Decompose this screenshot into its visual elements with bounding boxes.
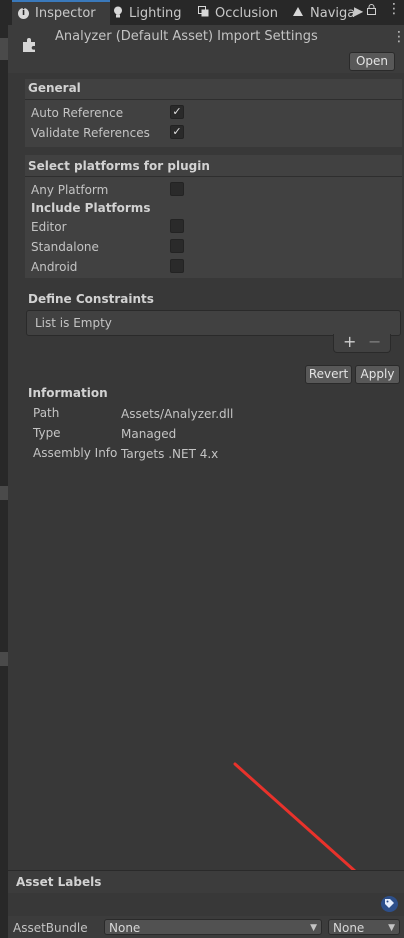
occlusion-icon	[198, 6, 209, 21]
information-table: Path Assets/Analyzer.dll Type Managed As…	[25, 402, 285, 462]
list-controls: + −	[333, 332, 391, 353]
empty-list-text: List is Empty	[35, 316, 112, 330]
add-constraint-button[interactable]: +	[343, 332, 356, 351]
asset-header: Analyzer (Default Asset) Import Settings…	[8, 25, 404, 73]
header-menu-icon[interactable]: ⋮	[392, 29, 404, 45]
revert-button[interactable]: Revert	[305, 365, 352, 384]
chevron-down-icon: ▼	[310, 923, 317, 933]
gutter-marker	[0, 652, 8, 666]
editor-label: Editor	[31, 220, 67, 234]
gutter-marker	[0, 38, 8, 60]
asset-bundle-label: AssetBundle	[13, 921, 88, 935]
page-title: Analyzer (Default Asset) Import Settings	[55, 29, 318, 44]
navigation-icon	[293, 6, 304, 21]
dropdown-value: None	[109, 921, 141, 935]
asset-bundle-bar: AssetBundle None ▼ None ▼	[8, 916, 404, 938]
divider	[25, 99, 402, 100]
info-key-assembly: Assembly Info	[33, 446, 118, 460]
auto-reference-label: Auto Reference	[31, 106, 124, 120]
android-checkbox[interactable]	[170, 259, 184, 273]
tab-navigation[interactable]: Naviga	[293, 2, 355, 25]
tab-lighting[interactable]: Lighting	[113, 2, 182, 25]
section-title-information: Information	[28, 386, 108, 400]
section-title-general: General	[28, 81, 81, 95]
left-gutter	[0, 0, 8, 938]
tab-inspector[interactable]: i Inspector	[12, 0, 110, 25]
section-title-constraints: Define Constraints	[28, 292, 154, 306]
any-platform-checkbox[interactable]	[170, 182, 184, 196]
android-label: Android	[31, 260, 78, 274]
standalone-label: Standalone	[31, 240, 99, 254]
tab-label: Lighting	[129, 6, 182, 21]
tab-label: Inspector	[35, 6, 96, 21]
lock-icon[interactable]	[367, 4, 376, 18]
dropdown-value: None	[333, 921, 365, 935]
asset-bundle-dropdown[interactable]: None ▼	[104, 919, 322, 935]
chevron-down-icon: ▼	[388, 923, 395, 933]
editor-checkbox[interactable]	[170, 219, 184, 233]
info-icon: i	[18, 8, 29, 19]
tab-scroll-right-icon[interactable]: ▶	[354, 4, 363, 18]
tab-label: Naviga	[310, 6, 356, 21]
info-value-path: Assets/Analyzer.dll	[121, 407, 234, 421]
validate-references-checkbox[interactable]: ✓	[170, 125, 184, 139]
gutter-marker	[0, 486, 8, 500]
asset-labels-bar: Asset Labels	[8, 870, 404, 893]
open-button[interactable]: Open	[349, 52, 395, 71]
section-title-platforms: Select platforms for plugin	[28, 159, 210, 173]
lightbulb-icon	[113, 6, 123, 22]
any-platform-label: Any Platform	[31, 183, 109, 197]
info-value-type: Managed	[121, 427, 177, 441]
info-value-assembly: Targets .NET 4.x	[121, 447, 219, 461]
divider	[25, 176, 402, 177]
tab-menu-icon[interactable]: ⋮	[387, 1, 401, 17]
tab-occlusion[interactable]: Occlusion	[198, 2, 278, 25]
include-platforms-title: Include Platforms	[31, 201, 151, 215]
apply-button[interactable]: Apply	[355, 365, 400, 384]
asset-variant-dropdown[interactable]: None ▼	[328, 919, 400, 935]
tab-label: Occlusion	[215, 6, 278, 21]
standalone-checkbox[interactable]	[170, 239, 184, 253]
info-key-type: Type	[33, 426, 61, 440]
section-gap	[25, 147, 402, 155]
info-key-path: Path	[33, 406, 60, 420]
auto-reference-checkbox[interactable]: ✓	[170, 105, 184, 119]
asset-labels-title: Asset Labels	[16, 875, 102, 889]
validate-references-label: Validate References	[31, 126, 150, 140]
puzzle-piece-icon	[22, 35, 40, 56]
tag-icon[interactable]	[381, 896, 398, 912]
tab-bar: i Inspector Lighting Occlusion Naviga ▶ …	[8, 0, 404, 26]
remove-constraint-button[interactable]: −	[368, 332, 381, 351]
